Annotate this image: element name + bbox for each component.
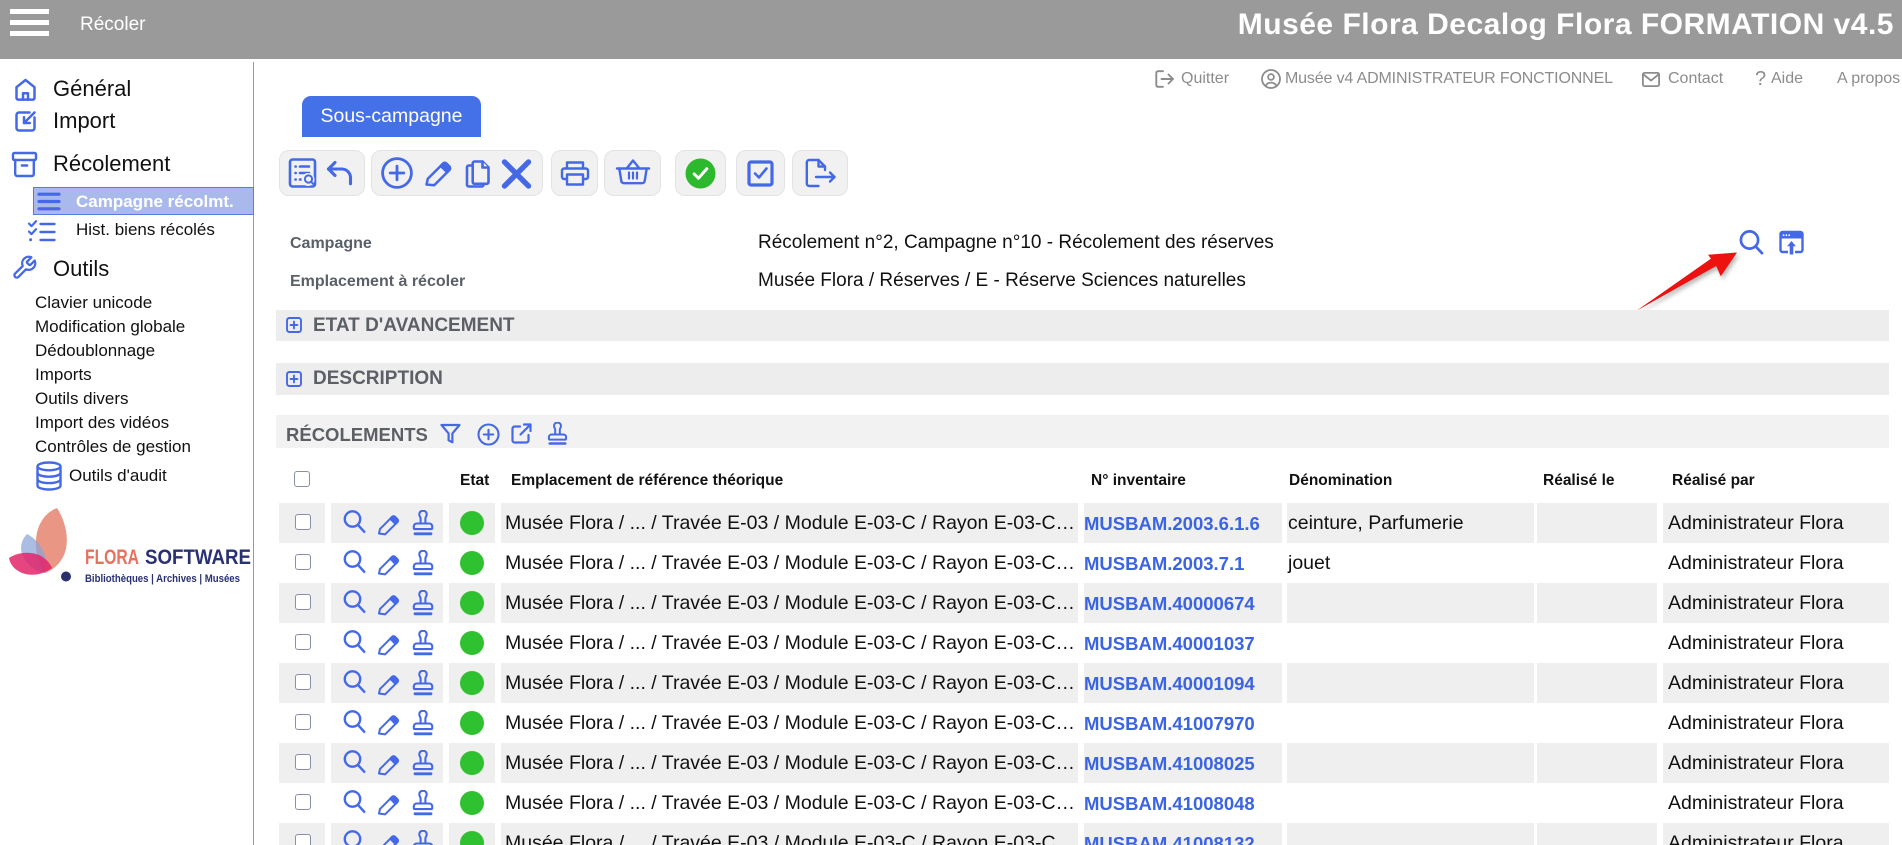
svg-text:Bibliothèques | Archives | Mus: Bibliothèques | Archives | Musées [85, 573, 240, 585]
svg-text:SOFTWARE: SOFTWARE [145, 546, 251, 569]
svg-text:FLORA: FLORA [85, 546, 139, 569]
